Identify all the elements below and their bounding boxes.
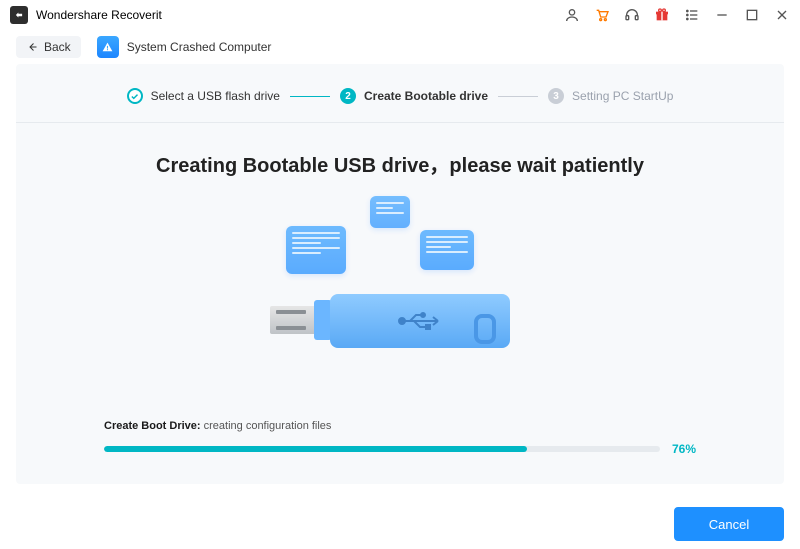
data-bubble-icon xyxy=(420,230,474,270)
progress-title: Create Boot Drive: xyxy=(104,420,201,432)
list-icon[interactable] xyxy=(684,7,700,23)
progress-status: creating configuration files xyxy=(201,420,332,432)
maximize-icon[interactable] xyxy=(744,7,760,23)
step-2-badge: 2 xyxy=(340,88,356,104)
close-icon[interactable] xyxy=(774,7,790,23)
minimize-icon[interactable] xyxy=(714,7,730,23)
progress-fill xyxy=(104,446,527,452)
usb-symbol-icon xyxy=(396,309,444,333)
section-label: System Crashed Computer xyxy=(97,36,272,58)
gift-icon[interactable] xyxy=(654,7,670,23)
back-button[interactable]: Back xyxy=(16,36,81,58)
progress-bar xyxy=(104,446,660,452)
step-1-label: Select a USB flash drive xyxy=(151,89,280,103)
titlebar-actions xyxy=(564,7,790,23)
footer: Cancel xyxy=(674,507,784,541)
data-bubble-icon xyxy=(370,196,410,228)
step-2: 2 Create Bootable drive xyxy=(340,88,488,104)
main-heading: Creating Bootable USB drive，please wait … xyxy=(56,149,744,178)
step-badge-check-icon xyxy=(127,88,143,104)
cart-icon[interactable] xyxy=(594,7,610,23)
app-title: Wondershare Recoverit xyxy=(36,8,162,22)
step-2-label: Create Bootable drive xyxy=(364,89,488,103)
section-title: System Crashed Computer xyxy=(127,40,272,54)
user-icon[interactable] xyxy=(564,7,580,23)
content: Creating Bootable USB drive，please wait … xyxy=(16,123,784,366)
step-3: 3 Setting PC StartUp xyxy=(548,88,673,104)
cancel-button[interactable]: Cancel xyxy=(674,507,784,541)
step-1: Select a USB flash drive xyxy=(127,88,280,104)
step-divider xyxy=(290,96,330,97)
progress-label: Create Boot Drive: creating configuratio… xyxy=(104,420,696,432)
back-label: Back xyxy=(44,40,71,54)
step-3-label: Setting PC StartUp xyxy=(572,89,673,103)
warning-icon xyxy=(97,36,119,58)
usb-illustration xyxy=(250,196,550,366)
app-logo-icon xyxy=(10,6,28,24)
progress-percent: 76% xyxy=(672,442,696,456)
titlebar: Wondershare Recoverit xyxy=(0,0,800,30)
usb-drive-icon xyxy=(270,286,530,356)
step-divider xyxy=(498,96,538,97)
toolbar: Back System Crashed Computer xyxy=(0,30,800,64)
step-3-badge: 3 xyxy=(548,88,564,104)
main-panel: Select a USB flash drive 2 Create Bootab… xyxy=(16,64,784,484)
stepper: Select a USB flash drive 2 Create Bootab… xyxy=(16,64,784,123)
arrow-left-icon xyxy=(26,41,38,53)
data-bubble-icon xyxy=(286,226,346,274)
headset-icon[interactable] xyxy=(624,7,640,23)
progress-section: Create Boot Drive: creating configuratio… xyxy=(104,420,696,456)
